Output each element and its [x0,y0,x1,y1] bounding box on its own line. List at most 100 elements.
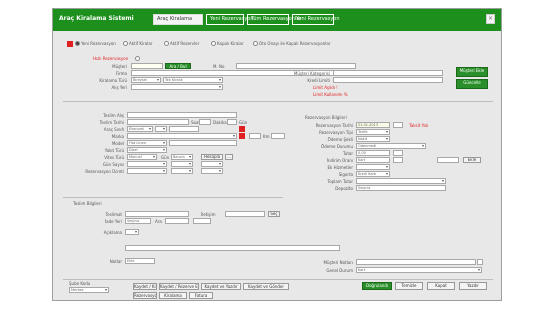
odeme-durumu-select[interactable]: Ödenmedi [356,143,426,149]
field-label: Vites Türü [104,155,124,160]
ek-hizmet-select[interactable] [356,164,390,170]
tab-tum-rezervasyonlar[interactable]: Tüm Rezervasyonlar [247,14,301,25]
model-input[interactable] [169,140,237,146]
flag-icon [67,41,73,47]
yakit2-select[interactable]: Benzin [171,154,193,160]
guncelle-button[interactable]: Güncelle [456,79,488,89]
radio-yeni-rezervasyon[interactable] [75,41,80,46]
hesapla-button[interactable]: Hesapla [201,154,223,160]
alis-yeri-select[interactable] [131,84,223,90]
musteri-kategori-input[interactable] [333,70,443,76]
rez-tarihi-input[interactable]: 01.01.2013 [356,122,390,128]
notlar-ekle-input[interactable]: Ekle [125,258,155,264]
indirim-extra-input[interactable] [437,157,459,163]
kaydet-yazdir-button[interactable]: Kaydet ve Yazdır [201,283,241,290]
tab-yeni-rezervasyon[interactable]: Yeni Rezervasyon [206,14,254,25]
divider [63,101,493,102]
teslim-tarihi-input[interactable] [127,119,189,125]
sec-button[interactable]: Seç [268,211,280,217]
musteri-no-input[interactable] [236,63,356,69]
sigorta-select[interactable]: Kredi Kartı [356,171,390,177]
radio-aktif-rezervler[interactable] [164,41,169,46]
kaydet-kirala-button[interactable]: Kaydet / Kirala [133,283,157,290]
iade-ara-input[interactable] [165,218,189,224]
field-label: Teslim Tarihi [99,120,124,125]
close-icon[interactable]: × [486,14,495,24]
field-label: Müşteri [112,64,127,69]
teslim-alis-input[interactable] [127,112,237,118]
iletisim-input[interactable] [225,211,265,217]
limit-usage: Limit Kullanımı % [313,92,348,97]
dakika-input[interactable] [227,119,237,125]
km-value-input[interactable] [271,133,285,139]
app-window: Araç Kiralama Sistemi Araç Kiralama Yeni… [52,8,502,301]
indirim-sub-input[interactable] [393,157,403,163]
kiralama-turu-select[interactable]: Bireysel [131,77,161,83]
notlar-toggle-input[interactable] [477,259,483,265]
gun2-select[interactable] [171,161,193,167]
iade-extra-input[interactable] [193,218,211,224]
musteri-input[interactable] [131,63,163,69]
field-label: Depozito [335,186,353,191]
genel-durum-select[interactable]: Kart [356,267,482,273]
field-label: Araç Sınıfı [103,127,124,132]
sube-select[interactable]: Merkez [69,287,109,293]
km-input[interactable] [249,133,261,139]
yazdir-button[interactable]: Yazdır [459,282,487,290]
ekle-button[interactable]: Ekle [463,157,481,163]
tutar-input[interactable]: 0,00 [356,150,390,156]
kapat-button[interactable]: Kapat [427,282,455,290]
tab-yeni-rezervasyon-2[interactable]: Yeni Rezervasyon [292,14,340,25]
aciklama-select[interactable] [125,229,139,235]
field-label: İade Yeri [104,219,122,224]
rezervasyon-button[interactable]: Rezervasyon [133,292,157,299]
model-select[interactable]: Fiat Linea [127,140,167,146]
field-label: Gün [239,120,248,125]
yakit-select[interactable]: Dizel [127,147,167,153]
ara-button[interactable]: Ara / Bul [165,63,191,69]
radio-oto-onay[interactable] [253,41,258,46]
field-label: Ek Hizmetler [327,165,353,170]
kiralama-button[interactable]: Kiralama [159,292,187,299]
temizle-button[interactable]: Temizle [395,282,423,290]
radio-label: Yeni Rezervasyon [81,41,116,46]
gun-sayisi-select[interactable] [127,161,167,167]
title-bar: Araç Kiralama Sistemi Araç Kiralama Yeni… [53,9,501,31]
ucret-select[interactable] [127,168,167,174]
kiralama-alt-select[interactable]: Tek Kiralık [163,77,223,83]
kredi-limiti-input[interactable] [333,77,443,83]
ucret2-select[interactable] [171,168,193,174]
musteri-notlari-input[interactable] [356,259,476,265]
vites-select[interactable]: Manuel [127,154,157,160]
marka-select[interactable] [127,133,237,139]
field-label: Ödeme Durumu [320,144,353,149]
gun3-select[interactable] [201,161,223,167]
kaydet-gonder-button[interactable]: Kaydet ve Gönder [243,283,289,290]
quick-radio[interactable] [135,56,140,61]
ucret3-select[interactable] [201,168,223,174]
warning-flag-icon [239,133,245,139]
notlar-input[interactable] [125,245,340,251]
sinif-input[interactable] [169,126,199,132]
field-label: Şube Kodu [69,281,91,286]
rez-tipi-select[interactable]: Tarife [356,129,390,135]
teslimat-input[interactable] [125,211,189,217]
rez-saat-input[interactable] [393,122,403,128]
indirim-input[interactable]: Kart [356,157,390,163]
odeme-sekli-select[interactable]: Nakit [356,136,390,142]
depozito-input[interactable]: Seçiniz [356,185,446,191]
arac-sinifi-select[interactable]: Ekonomi [127,126,153,132]
arac-sinifi-sub-select[interactable] [155,126,167,132]
tutar-sub-input[interactable] [393,150,403,156]
iade-yeri-input[interactable]: Seçiniz [125,218,151,224]
radio-aktif-kiralar[interactable] [123,41,128,46]
radio-kapali-kiralar[interactable] [211,41,216,46]
tab-arac-kiralama[interactable]: Araç Kiralama [153,14,203,25]
limit-warning: Limit Aşıldı ! [313,85,338,90]
kaydet-rezerve-button[interactable]: Kaydet / Rezerve Et [159,283,199,290]
fatura-button[interactable]: Fatura [189,292,213,299]
more-button[interactable]: ... [225,154,233,160]
saat-input[interactable] [199,119,211,125]
toplam-select[interactable] [356,178,446,184]
musteri-ekle-button[interactable]: Müşteri Ekle [456,67,488,77]
